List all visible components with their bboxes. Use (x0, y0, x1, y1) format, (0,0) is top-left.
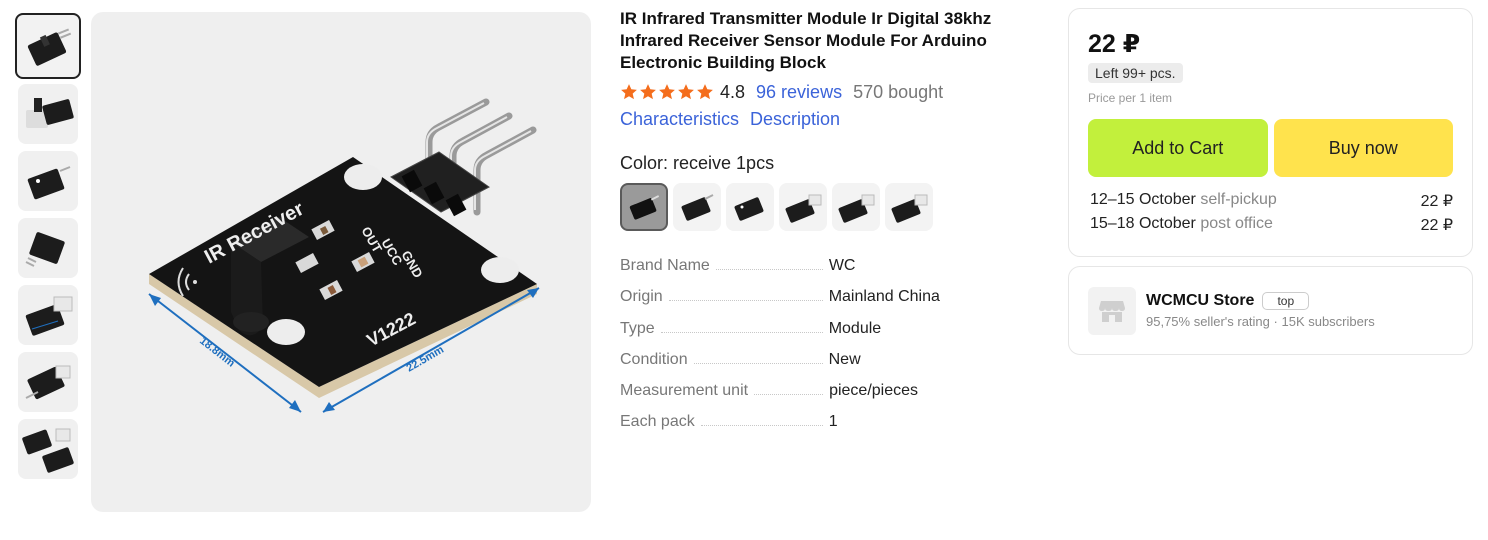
spec-value: Module (828, 319, 882, 337)
store-meta: 95,75% seller's rating · 15K subscribers (1146, 314, 1375, 329)
product-info: IR Infrared Transmitter Module Ir Digita… (620, 8, 1040, 434)
purchase-buttons: Add to Cart Buy now (1088, 119, 1453, 177)
star-icon (659, 84, 675, 100)
buy-now-button[interactable]: Buy now (1273, 119, 1453, 177)
spec-row: Measurement unit piece/pieces (620, 372, 1040, 403)
spec-value: New (828, 350, 861, 368)
spec-leader (754, 393, 824, 395)
section-links: Characteristics Description (620, 109, 1040, 133)
store-name[interactable]: WCMCU Store (1146, 292, 1254, 310)
delivery-price: 22 ₽ (1420, 193, 1453, 210)
spec-key: Origin (620, 288, 663, 306)
spec-leader (715, 269, 823, 271)
rating-row: 4.8 96 reviews 570 bought (620, 80, 1040, 104)
delivery-option[interactable]: 15–18 October post office 22 ₽ (1088, 215, 1453, 239)
color-swatch[interactable] (620, 183, 668, 231)
product-title: IR Infrared Transmitter Module Ir Digita… (620, 9, 992, 72)
thumbnail[interactable] (18, 218, 78, 278)
reviews-link[interactable]: 96 reviews (756, 82, 842, 103)
spec-key: Measurement unit (620, 381, 749, 399)
color-swatch[interactable] (779, 183, 827, 231)
store-icon (1088, 286, 1136, 335)
spec-leader (668, 300, 823, 302)
store-details: WCMCU Store top 95,75% seller's rating ·… (1146, 292, 1375, 329)
spec-key: Each pack (620, 413, 695, 431)
star-icon (621, 84, 637, 100)
store-name-row: WCMCU Store top (1146, 292, 1375, 310)
subscriber-count: 15K subscribers (1281, 314, 1375, 329)
description-link[interactable]: Description (750, 109, 840, 133)
star-icon (678, 84, 694, 100)
rating-stars (620, 83, 714, 101)
color-swatch[interactable] (832, 183, 880, 231)
color-swatches (620, 183, 1040, 231)
delivery-options: 12–15 October self-pickup 22 ₽ 15–18 Oct… (1088, 191, 1453, 239)
thumbnail[interactable] (18, 84, 78, 144)
color-swatch[interactable] (673, 183, 721, 231)
stock-badge: Left 99+ pcs. (1088, 63, 1183, 83)
star-icon (697, 84, 713, 100)
delivery-price: 22 ₽ (1420, 217, 1453, 234)
star-icon (640, 84, 656, 100)
spec-key: Brand Name (620, 257, 710, 275)
spec-key: Condition (620, 350, 688, 368)
spec-leader (660, 331, 823, 333)
top-badge: top (1262, 292, 1310, 310)
rating-value: 4.8 (720, 81, 746, 102)
meta-separator: · (1273, 314, 1278, 329)
thumbnail[interactable] (18, 419, 78, 479)
color-swatch[interactable] (726, 183, 774, 231)
spec-row: Type Module (620, 309, 1040, 340)
thumbnail[interactable] (18, 285, 78, 345)
price: 22 ₽ (1088, 30, 1141, 58)
delivery-option[interactable]: 12–15 October self-pickup 22 ₽ (1088, 191, 1453, 215)
delivery-method: post office (1200, 215, 1273, 232)
dimension-width-label: 18.8mm (197, 335, 237, 370)
characteristics-link[interactable]: Characteristics (620, 109, 739, 133)
specifications-list: Brand Name WC Origin Mainland China Type… (620, 247, 1040, 434)
bought-count: 570 bought (853, 81, 944, 102)
spec-row: Brand Name WC (620, 247, 1040, 278)
delivery-method: self-pickup (1200, 191, 1277, 208)
seller-rating: 95,75% seller's rating (1146, 314, 1270, 329)
thumbnail-strip (15, 13, 81, 486)
spec-key: Type (620, 319, 655, 337)
add-to-cart-button[interactable]: Add to Cart (1088, 119, 1268, 177)
spec-row: Each pack 1 (620, 403, 1040, 434)
seller-card[interactable]: WCMCU Store top 95,75% seller's rating ·… (1068, 266, 1473, 355)
main-product-image[interactable]: IR Receiver OUT UCC GND V1222 18.8mm 22.… (91, 12, 591, 512)
spec-row: Origin Mainland China (620, 278, 1040, 309)
spec-row: Condition New (620, 341, 1040, 372)
delivery-date: 12–15 October (1090, 191, 1196, 208)
spec-value: piece/pieces (829, 381, 919, 399)
spec-leader (693, 362, 823, 364)
price-note: Price per 1 item (1088, 91, 1173, 105)
spec-value: Mainland China (828, 288, 940, 306)
thumbnail[interactable] (18, 352, 78, 412)
spec-leader (700, 425, 823, 427)
thumbnail[interactable] (18, 151, 78, 211)
color-label: Color: receive 1pcs (620, 153, 775, 173)
thumbnail[interactable] (15, 13, 81, 79)
delivery-date: 15–18 October (1090, 215, 1196, 232)
buy-box: 22 ₽ Left 99+ pcs. Price per 1 item Add … (1068, 8, 1473, 257)
color-swatch[interactable] (885, 183, 933, 231)
spec-value: 1 (828, 413, 838, 431)
spec-value: WC (828, 257, 856, 275)
